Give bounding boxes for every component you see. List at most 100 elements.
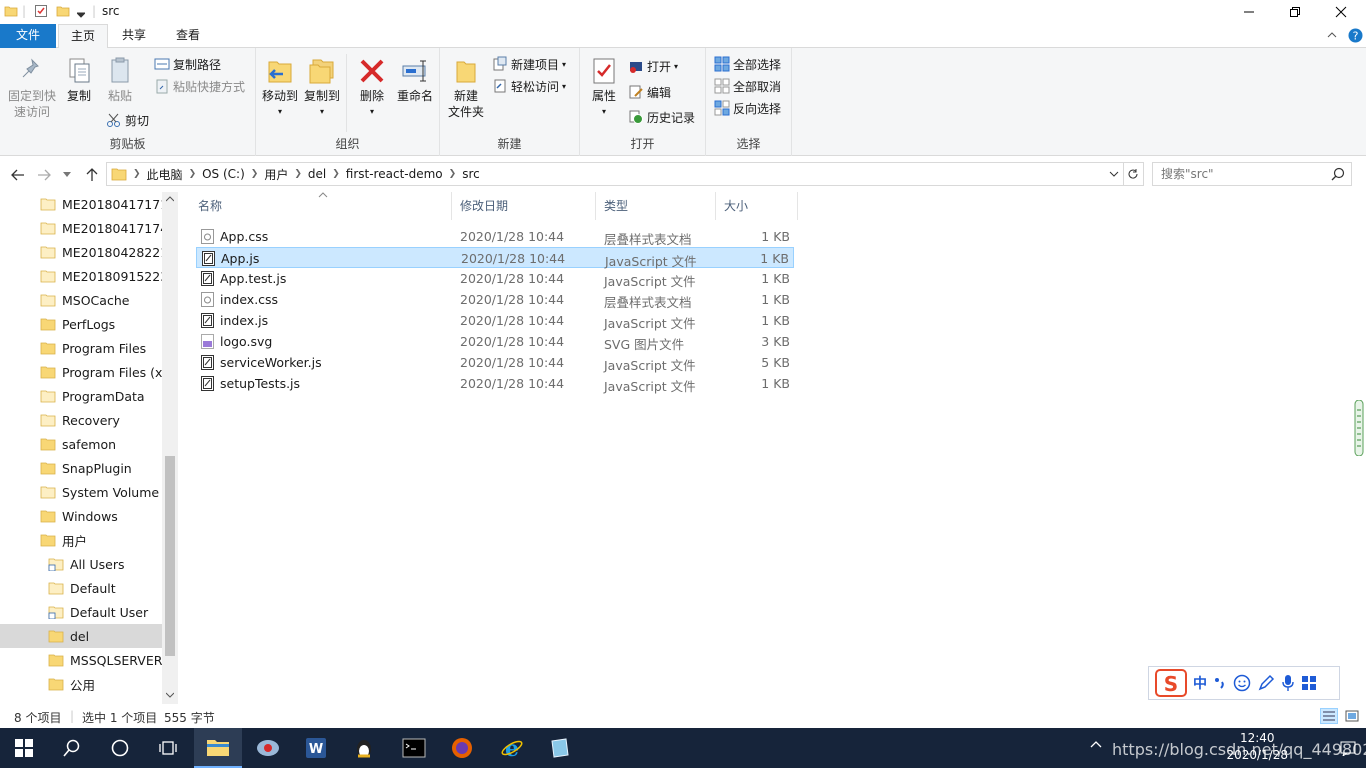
nav-tree-item[interactable]: ME201804171740	[0, 216, 162, 240]
copy-path-button[interactable]: 复制路径	[154, 54, 221, 74]
address-history-chevron-icon[interactable]	[1109, 171, 1119, 177]
details-view-icon[interactable]	[1320, 708, 1338, 724]
address-bar[interactable]: ❯ 此电脑 ❯ OS (C:) ❯ 用户 ❯ del ❯ first-react…	[106, 162, 1124, 186]
restore-button[interactable]	[1272, 0, 1318, 24]
breadcrumb-del[interactable]: del	[304, 167, 330, 181]
terminal-taskbar-button[interactable]	[390, 728, 438, 768]
scroll-down-icon[interactable]	[166, 692, 174, 698]
nav-tree-item[interactable]: 公用	[0, 672, 162, 696]
help-icon[interactable]: ?	[1348, 28, 1363, 43]
copy-to-button[interactable]: 复制到 ▾	[302, 56, 342, 120]
firefox-taskbar-button[interactable]	[438, 728, 486, 768]
copy-button[interactable]: 复制	[62, 56, 96, 104]
tab-share[interactable]: 共享	[110, 24, 158, 48]
cut-button[interactable]: 剪切	[106, 110, 149, 130]
nav-scroll-thumb[interactable]	[165, 456, 175, 656]
scroll-up-icon[interactable]	[166, 196, 174, 202]
nav-tree-item[interactable]: Default User	[0, 600, 162, 624]
nav-tree-item[interactable]: ME201804282219	[0, 240, 162, 264]
open-button[interactable]: 打开 ▾	[628, 56, 678, 76]
forward-button[interactable]	[34, 165, 54, 185]
search-input[interactable]: 搜索"src"	[1161, 167, 1214, 181]
column-header-type[interactable]: 类型	[596, 192, 716, 220]
nav-tree-item[interactable]: Windows	[0, 504, 162, 528]
file-explorer-taskbar-button[interactable]	[194, 728, 242, 768]
invert-selection-button[interactable]: 反向选择	[714, 98, 781, 118]
properties-button[interactable]: 属性 ▾	[586, 56, 622, 120]
start-button[interactable]	[0, 728, 48, 768]
nav-tree-item[interactable]: SnapPlugin	[0, 456, 162, 480]
qq-taskbar-button[interactable]	[340, 728, 388, 768]
pin-to-quick-access-button[interactable]: 固定到快 速访问	[4, 56, 60, 120]
nav-tree-item[interactable]: PerfLogs	[0, 312, 162, 336]
nav-tree-item[interactable]: MSOCache	[0, 288, 162, 312]
file-row[interactable]: index.js 2020/1/28 10:44 JavaScript 文件 1 KB	[196, 310, 794, 331]
close-button[interactable]	[1318, 0, 1364, 24]
breadcrumb-first-react-demo[interactable]: first-react-demo	[342, 167, 447, 181]
delete-button[interactable]: 删除 ▾	[354, 56, 390, 120]
tab-home[interactable]: 主页	[58, 24, 109, 49]
breadcrumb-users[interactable]: 用户	[260, 166, 292, 183]
task-view-button[interactable]	[144, 728, 192, 768]
edit-button[interactable]: 编辑	[628, 82, 671, 102]
file-row[interactable]: serviceWorker.js 2020/1/28 10:44 JavaScrip…	[196, 352, 794, 373]
breadcrumb-src[interactable]: src	[458, 167, 484, 181]
file-row[interactable]: App.test.js 2020/1/28 10:44 JavaScript 文件 1…	[196, 268, 794, 289]
ie-taskbar-button[interactable]: e	[488, 728, 536, 768]
nav-scrollbar[interactable]	[162, 192, 178, 704]
nav-tree-item[interactable]: Recovery	[0, 408, 162, 432]
emoji-icon[interactable]	[1233, 674, 1251, 692]
file-row[interactable]: index.css 2020/1/28 10:44 层叠样式表文档 1 KB	[196, 289, 794, 310]
large-icons-view-icon[interactable]	[1344, 708, 1360, 724]
nav-tree-item[interactable]: Program Files (x8	[0, 360, 162, 384]
up-button[interactable]	[82, 165, 102, 185]
tab-file[interactable]: 文件	[0, 24, 56, 48]
back-button[interactable]	[8, 165, 28, 185]
new-item-button[interactable]: 新建项目 ▾	[492, 54, 566, 74]
file-row[interactable]: setupTests.js 2020/1/28 10:44 JavaScript 文…	[196, 373, 794, 394]
recent-locations-button[interactable]	[60, 165, 74, 185]
app-taskbar-button[interactable]	[244, 728, 292, 768]
new-folder-button[interactable]: 新建 文件夹	[446, 56, 486, 120]
file-row[interactable]: App.js 2020/1/28 10:44 JavaScript 文件 1 KB	[196, 247, 794, 269]
select-none-button[interactable]: 全部取消	[714, 76, 781, 96]
column-header-date[interactable]: 修改日期	[452, 192, 596, 220]
column-header-size[interactable]: 大小	[716, 192, 798, 220]
search-taskbar-button[interactable]	[48, 728, 96, 768]
microphone-icon[interactable]	[1281, 674, 1295, 692]
customize-quick-access-icon[interactable]	[76, 4, 86, 18]
nav-tree-item[interactable]: del	[0, 624, 162, 648]
select-all-button[interactable]: 全部选择	[714, 54, 781, 74]
nav-tree-item[interactable]: System Volume In	[0, 480, 162, 504]
punctuation-icon[interactable]	[1213, 676, 1227, 690]
nav-tree-item[interactable]: Program Files	[0, 336, 162, 360]
ime-mode-toggle[interactable]: 中	[1193, 673, 1207, 693]
handwriting-icon[interactable]	[1257, 674, 1275, 692]
collapse-ribbon-icon[interactable]	[1326, 29, 1338, 41]
breadcrumb-this-pc[interactable]: 此电脑	[143, 166, 187, 183]
new-folder-quick-icon[interactable]	[56, 4, 70, 18]
minimize-button[interactable]	[1226, 0, 1272, 24]
word-taskbar-button[interactable]: W	[292, 728, 340, 768]
paste-button[interactable]: 粘贴	[102, 56, 138, 104]
refresh-button[interactable]	[1122, 162, 1144, 186]
paste-shortcut-button[interactable]: 粘贴快捷方式	[154, 76, 245, 96]
nav-tree-item[interactable]: Default	[0, 576, 162, 600]
rename-button[interactable]: 重命名	[394, 56, 436, 104]
properties-quick-icon[interactable]	[34, 4, 48, 18]
breadcrumb-os-c[interactable]: OS (C:)	[198, 167, 249, 181]
nav-tree-item[interactable]: safemon	[0, 432, 162, 456]
nav-tree-item[interactable]: ProgramData	[0, 384, 162, 408]
history-button[interactable]: 历史记录	[628, 107, 695, 127]
easy-access-button[interactable]: 轻松访问 ▾	[492, 76, 566, 96]
nav-tree-item[interactable]: All Users	[0, 552, 162, 576]
file-row[interactable]: App.css 2020/1/28 10:44 层叠样式表文档 1 KB	[196, 226, 794, 247]
toolbox-icon[interactable]	[1301, 675, 1317, 691]
nav-tree-item[interactable]: 用户	[0, 528, 162, 552]
show-hidden-icons-chevron-icon[interactable]	[1090, 740, 1102, 748]
app2-taskbar-button[interactable]	[536, 728, 584, 768]
tab-view[interactable]: 查看	[164, 24, 212, 48]
sogou-logo-icon[interactable]: S	[1155, 669, 1187, 697]
move-to-button[interactable]: 移动到 ▾	[260, 56, 300, 120]
cortana-button[interactable]	[96, 728, 144, 768]
